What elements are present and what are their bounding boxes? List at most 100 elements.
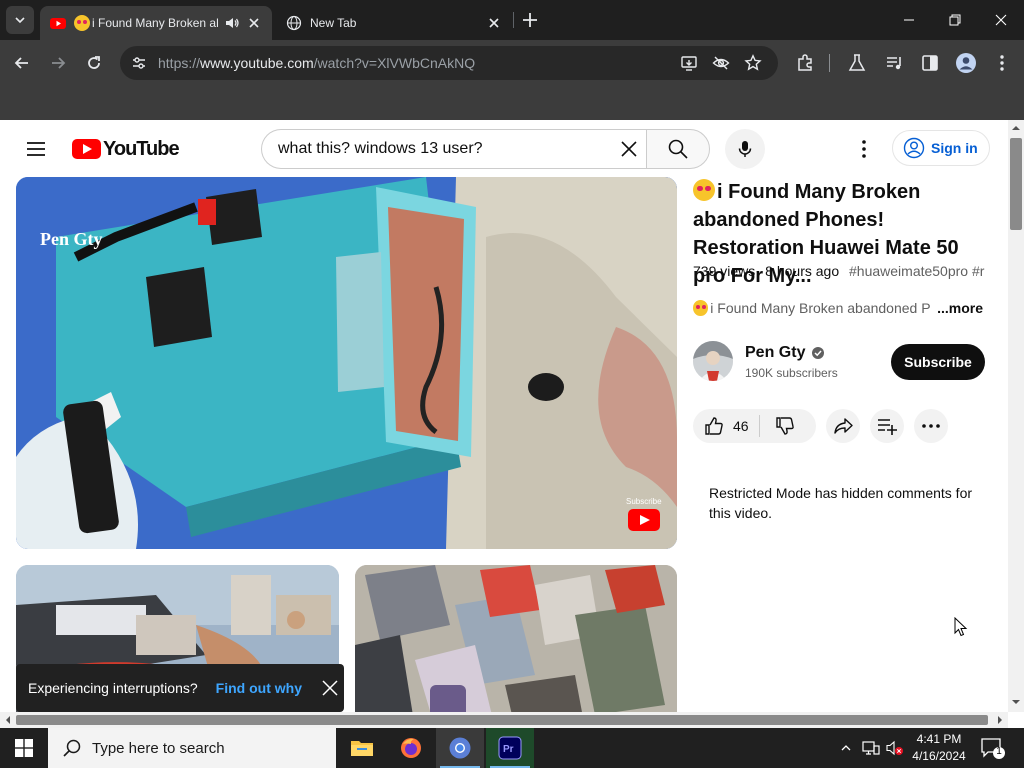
volume-tray-icon[interactable] xyxy=(885,738,905,758)
labs-flask-icon[interactable] xyxy=(847,53,867,73)
dislike-button[interactable] xyxy=(760,415,810,437)
youtube-logo[interactable]: YouTube xyxy=(72,137,180,160)
recommended-video-thumbnail[interactable] xyxy=(355,565,677,728)
clear-search-icon[interactable] xyxy=(617,137,641,161)
tab-separator xyxy=(513,12,514,28)
find-out-why-link[interactable]: Find out why xyxy=(216,680,302,696)
close-icon xyxy=(995,14,1007,26)
restore-button[interactable] xyxy=(932,0,978,40)
view-count: 739 views xyxy=(693,263,756,279)
show-hidden-icons-button[interactable] xyxy=(836,738,856,758)
scroll-right-arrow-icon[interactable] xyxy=(992,712,1008,728)
menu-dots-icon[interactable] xyxy=(992,53,1012,73)
close-tab-icon[interactable] xyxy=(246,15,262,31)
search-button[interactable] xyxy=(646,129,710,169)
thumbs-up-icon xyxy=(705,417,723,435)
address-bar[interactable]: https://www.youtube.com/watch?v=XlVWbCnA… xyxy=(120,46,778,80)
bookmark-star-icon[interactable] xyxy=(744,54,762,72)
more-horizontal-icon xyxy=(922,424,940,428)
minimize-button[interactable] xyxy=(886,0,932,40)
horizontal-scroll-thumb[interactable] xyxy=(16,715,988,725)
hamburger-menu-icon[interactable] xyxy=(24,137,48,161)
system-clock[interactable]: 4:41 PM 4/16/2024 xyxy=(904,731,974,765)
forward-button[interactable] xyxy=(46,51,70,75)
vertical-scroll-thumb[interactable] xyxy=(1010,138,1022,230)
minimize-icon xyxy=(904,19,914,21)
scroll-up-arrow-icon[interactable] xyxy=(1008,120,1024,136)
tab-youtube[interactable]: i Found Many Broken abandoned Phones! Re… xyxy=(40,6,272,40)
show-more-link[interactable]: ...more xyxy=(937,300,983,316)
scroll-down-arrow-icon[interactable] xyxy=(1008,694,1024,710)
browser-tab-bar: i Found Many Broken abandoned Phones! Re… xyxy=(0,0,1024,40)
thumbs-down-icon xyxy=(775,417,794,435)
channel-name[interactable]: Pen Gty xyxy=(745,344,825,362)
globe-icon xyxy=(286,15,302,31)
search-input[interactable]: what this? windows 13 user? xyxy=(261,129,647,169)
watermark-subscribe-text: Subscribe xyxy=(626,497,662,506)
dismiss-toast-icon[interactable] xyxy=(320,678,340,698)
start-button[interactable] xyxy=(0,728,48,768)
account-circle-icon xyxy=(903,137,925,159)
close-window-button[interactable] xyxy=(978,0,1024,40)
premiere-pro-icon: Pr xyxy=(498,736,522,760)
speaker-icon[interactable] xyxy=(224,15,240,31)
profile-avatar-icon[interactable] xyxy=(955,52,977,74)
network-tray-icon[interactable] xyxy=(861,738,881,758)
browser-toolbar: https://www.youtube.com/watch?v=XlVWbCnA… xyxy=(0,40,1024,86)
install-app-icon[interactable] xyxy=(680,54,698,72)
sign-in-button[interactable]: Sign in xyxy=(892,130,990,166)
extensions-puzzle-icon[interactable] xyxy=(795,53,815,73)
file-explorer-app[interactable] xyxy=(338,728,386,768)
back-button[interactable] xyxy=(10,51,34,75)
folder-icon xyxy=(351,741,373,756)
subscribe-button[interactable]: Subscribe xyxy=(891,344,985,380)
more-actions-button[interactable] xyxy=(914,409,948,443)
video-frame-image xyxy=(16,177,677,549)
media-controls-icon[interactable] xyxy=(884,53,904,73)
bookmark-bar xyxy=(0,86,1024,120)
horizontal-scrollbar[interactable] xyxy=(0,712,1008,728)
youtube-watermark-icon[interactable] xyxy=(628,509,660,531)
description-snippet[interactable]: i Found Many Broken abandoned P ...more xyxy=(693,300,983,316)
tab-new-tab[interactable]: New Tab xyxy=(276,6,512,40)
tab-title: i Found Many Broken abandoned Phones! Re… xyxy=(92,16,218,30)
channel-avatar[interactable] xyxy=(693,341,733,381)
search-icon xyxy=(668,139,688,159)
notification-center-button[interactable]: 1 xyxy=(980,736,1006,760)
arrow-right-icon xyxy=(52,57,66,69)
share-button[interactable] xyxy=(826,409,860,443)
tab-search-button[interactable] xyxy=(6,6,34,34)
close-tab-icon[interactable] xyxy=(486,15,502,31)
upload-time: 8 hours ago xyxy=(765,263,840,279)
restore-icon xyxy=(949,14,961,26)
clock-time: 4:41 PM xyxy=(916,732,962,746)
settings-dots-icon[interactable] xyxy=(852,137,876,161)
voice-search-button[interactable] xyxy=(725,129,765,169)
sign-in-label: Sign in xyxy=(931,140,978,156)
thumbnail-image xyxy=(355,565,677,728)
premiere-pro-app[interactable]: Pr xyxy=(486,728,534,768)
chevron-up-icon xyxy=(841,745,851,751)
new-tab-plus-icon[interactable] xyxy=(520,10,540,30)
hashtags[interactable]: #huaweimate50pro #r xyxy=(849,263,984,279)
eye-off-icon[interactable] xyxy=(712,54,730,72)
chevron-down-icon xyxy=(15,17,25,24)
reload-icon xyxy=(88,56,100,69)
network-icon xyxy=(862,741,880,755)
save-to-playlist-button[interactable] xyxy=(870,409,904,443)
firefox-app[interactable] xyxy=(387,728,435,768)
vertical-scrollbar[interactable] xyxy=(1008,120,1024,712)
taskbar-search-box[interactable]: Type here to search xyxy=(48,728,336,768)
like-count: 46 xyxy=(733,418,749,434)
like-button[interactable]: 46 xyxy=(693,409,759,443)
toolbar-separator xyxy=(829,54,830,72)
chrome-app[interactable] xyxy=(436,728,484,768)
site-info-icon[interactable] xyxy=(130,54,148,72)
scroll-left-arrow-icon[interactable] xyxy=(0,712,16,728)
arrow-left-icon xyxy=(14,57,28,69)
reload-button[interactable] xyxy=(82,51,106,75)
search-query-text[interactable]: what this? windows 13 user? xyxy=(278,140,617,158)
side-panel-icon[interactable] xyxy=(920,53,940,73)
video-player[interactable]: Pen Gty Subscribe xyxy=(16,177,677,549)
youtube-wordmark: YouTube xyxy=(103,137,180,160)
